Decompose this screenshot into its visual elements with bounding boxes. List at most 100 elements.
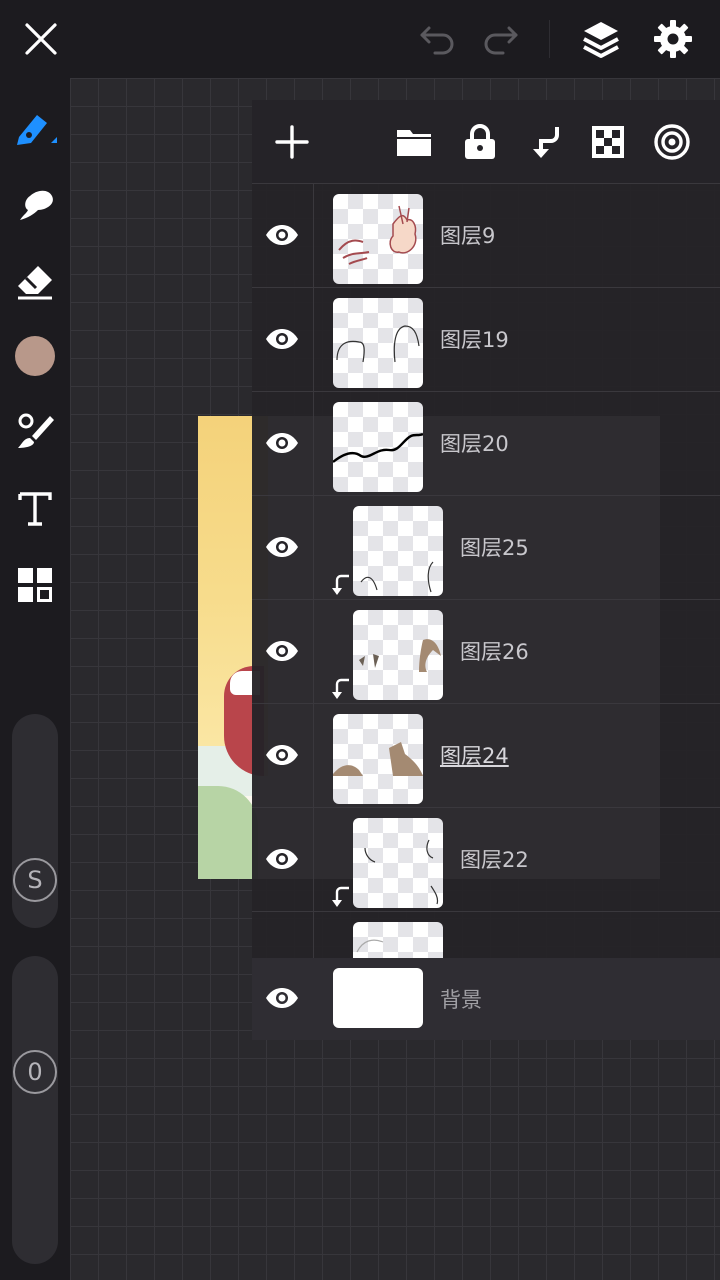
pen-icon (17, 115, 57, 145)
thumbnail-hands-sketch (338, 205, 417, 265)
plus-icon (275, 125, 309, 159)
visibility-toggle[interactable] (264, 633, 300, 669)
eye-icon (266, 537, 298, 557)
layer-name[interactable]: 图层26 (460, 636, 529, 666)
layer-thumbnail (333, 298, 423, 388)
visibility-toggle[interactable] (264, 321, 300, 357)
close-icon (25, 23, 57, 55)
background-thumbnail (333, 968, 423, 1028)
lock-icon (465, 124, 495, 159)
close-button[interactable] (18, 16, 64, 62)
transform-icon (18, 568, 52, 602)
folder-icon (397, 130, 431, 156)
eye-icon (266, 329, 298, 349)
left-toolbar: S 0 (0, 78, 70, 1280)
layer-row[interactable]: 图层26 (252, 600, 720, 704)
more-icon (654, 124, 690, 160)
layer-row[interactable]: 图层20 (252, 392, 720, 496)
visibility-toggle[interactable] (264, 529, 300, 565)
layer-name[interactable]: 图层20 (440, 428, 509, 458)
layer-row[interactable]: 图层9 (252, 184, 720, 288)
layer-name[interactable]: 图层19 (440, 324, 509, 354)
thumbnail-line-sketch (360, 561, 434, 593)
layers-icon (583, 22, 619, 58)
settings-button[interactable] (650, 16, 696, 62)
eye-icon (266, 745, 298, 765)
clipping-mask-button[interactable] (520, 118, 568, 166)
layers-button[interactable] (578, 16, 624, 62)
layer-thumbnail (353, 818, 443, 908)
layer-row[interactable]: 图层24 (252, 704, 720, 808)
thumbnail-stroke-sketch (333, 432, 423, 463)
visibility-toggle[interactable] (264, 217, 300, 253)
new-group-button[interactable] (390, 118, 438, 166)
visibility-toggle[interactable] (264, 841, 300, 877)
visibility-toggle[interactable] (264, 980, 300, 1016)
visibility-toggle[interactable] (264, 737, 300, 773)
clipping-arrow-icon (332, 574, 349, 595)
layer-options-button[interactable] (648, 118, 696, 166)
undo-button[interactable] (414, 16, 460, 62)
layer-name[interactable]: 图层25 (460, 532, 529, 562)
clipping-arrow-icon (332, 678, 349, 699)
smudge-tool-button[interactable] (10, 180, 60, 230)
thumbnail-line-sketch (356, 939, 384, 953)
redo-button[interactable] (478, 16, 524, 62)
layer-list[interactable]: 图层9 图层19 图层20 图层25 图层26 图层24 图层22 (252, 184, 720, 958)
visibility-toggle[interactable] (264, 425, 300, 461)
layer-row[interactable]: 图层19 (252, 288, 720, 392)
layer-row[interactable]: 图层25 (252, 496, 720, 600)
background-layer-row[interactable]: 背景 (252, 958, 720, 1040)
thumbnail-shading (359, 639, 441, 672)
layer-name[interactable]: 图层22 (460, 844, 529, 874)
toolbar-divider (549, 20, 550, 58)
current-color-swatch (15, 336, 55, 376)
transform-tool-button[interactable] (10, 560, 60, 610)
merge-down-icon (533, 127, 559, 158)
text-icon (18, 492, 52, 526)
text-tool-button[interactable] (10, 483, 60, 533)
pen-tool-button[interactable] (10, 102, 60, 152)
brush-size-slider[interactable]: S (12, 714, 58, 928)
eye-icon (266, 225, 298, 245)
thumbnail-line-sketch (336, 325, 420, 363)
layer-thumbnail (333, 194, 423, 284)
brush-opacity-slider[interactable]: 0 (12, 956, 58, 1264)
thumbnail-line-sketch (364, 839, 439, 905)
eye-icon (266, 988, 298, 1008)
layers-toolbar (252, 100, 720, 184)
layer-thumbnail (333, 714, 423, 804)
layer-row[interactable]: 图层22 (252, 808, 720, 912)
layer-thumbnail (333, 402, 423, 492)
add-layer-button[interactable] (268, 118, 316, 166)
alpha-lock-icon (592, 126, 624, 158)
eraser-tool-button[interactable] (10, 256, 60, 306)
layer-name[interactable]: 图层24 (440, 740, 509, 770)
gear-icon (654, 20, 692, 58)
layer-thumbnail (353, 922, 443, 958)
layer-thumbnail (353, 610, 443, 700)
top-bar (0, 0, 720, 78)
layer-thumbnail (353, 506, 443, 596)
layer-name[interactable]: 图层9 (440, 220, 495, 250)
eye-icon (266, 433, 298, 453)
lock-layer-button[interactable] (456, 118, 504, 166)
clipping-arrow-icon (332, 886, 349, 907)
brush-opacity-knob[interactable]: 0 (13, 1050, 57, 1094)
alpha-lock-button[interactable] (584, 118, 632, 166)
artwork-leaf (198, 786, 258, 879)
layers-panel: 图层9 图层19 图层20 图层25 图层26 图层24 图层22 背景 (252, 100, 720, 1040)
eye-icon (266, 849, 298, 869)
smudge-icon (20, 190, 53, 220)
eye-icon (266, 641, 298, 661)
thumbnail-shading (333, 742, 423, 776)
redo-icon (484, 26, 518, 55)
color-picker-button[interactable] (10, 331, 60, 381)
brush-size-knob[interactable]: S (13, 858, 57, 902)
eraser-icon (18, 266, 52, 300)
undo-icon (420, 26, 454, 55)
background-layer-name[interactable]: 背景 (440, 984, 482, 1014)
brush-select-icon (18, 413, 54, 448)
brush-select-tool-button[interactable] (10, 406, 60, 456)
layer-row[interactable] (252, 912, 720, 958)
